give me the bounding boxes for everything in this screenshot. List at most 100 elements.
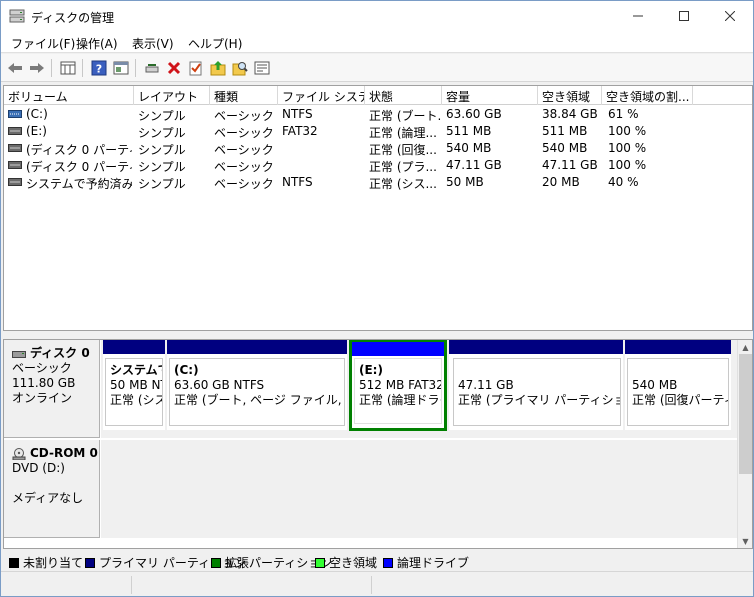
volume-row[interactable]: (C:) シンプル ベーシック NTFS 正常 (ブート... 63.60 GB… [4, 106, 752, 123]
toolbar-separator [82, 59, 83, 77]
show-hide-console-tree-button[interactable] [58, 58, 78, 78]
partition-label: システムで [110, 363, 162, 377]
volume-name: (E:) [26, 124, 47, 138]
view-button[interactable] [111, 58, 131, 78]
legend-swatch [383, 558, 393, 568]
volume-name: (ディスク 0 パーティシ... [26, 143, 132, 157]
graph-vertical-scrollbar[interactable]: ▲ ▼ [737, 340, 752, 548]
disk-0-partitions: システムで 50 MB NT 正常 (シス (C:) 63.60 GB NTFS… [101, 340, 737, 438]
volume-row[interactable]: (E:) シンプル ベーシック FAT32 正常 (論理... 511 MB 5… [4, 123, 752, 140]
scroll-down-icon[interactable]: ▼ [738, 534, 752, 548]
column-header-layout[interactable]: レイアウト [134, 86, 210, 105]
partition-e-extended[interactable]: (E:) 512 MB FAT32 正常 (論理ドライ [349, 340, 447, 431]
volume-layout: シンプル [138, 160, 186, 174]
window-title: ディスクの管理 [31, 11, 115, 25]
column-header-filesystem[interactable]: ファイル システム [278, 86, 365, 105]
volume-type: ベーシック [214, 177, 274, 191]
partition-bar [449, 340, 623, 354]
volume-free-space: 38.84 GB [542, 107, 598, 121]
open-button[interactable] [208, 58, 228, 78]
column-header-free-space[interactable]: 空き領域 [538, 86, 602, 105]
cdrom-media: メディアなし [12, 491, 84, 505]
title-bar: ディスクの管理 [1, 1, 753, 31]
forward-button[interactable] [27, 58, 47, 78]
delete-button[interactable] [164, 58, 184, 78]
volume-layout: シンプル [138, 143, 186, 157]
legend-swatch [85, 558, 95, 568]
partition-c[interactable]: (C:) 63.60 GB NTFS 正常 (ブート, ページ ファイル, クラ… [167, 340, 347, 430]
help-button[interactable]: ? [89, 58, 109, 78]
volume-type: ベーシック [214, 109, 274, 123]
volume-capacity: 50 MB [446, 175, 484, 189]
volume-capacity: 540 MB [446, 141, 492, 155]
maximize-button[interactable] [661, 1, 707, 31]
disk-management-icon [9, 9, 25, 23]
disk-management-window: ディスクの管理 ファイル(F) 操作(A) 表示(V) ヘルプ(H) ? ボリュ… [0, 0, 754, 597]
pane-splitter[interactable] [1, 331, 753, 339]
partition-body: (E:) 512 MB FAT32 正常 (論理ドライ [354, 358, 442, 424]
connect-button[interactable] [142, 58, 162, 78]
volume-status: 正常 (プラ... [369, 160, 437, 174]
partition-status: 正常 (シス [110, 393, 163, 407]
minimize-button[interactable] [615, 1, 661, 31]
scroll-thumb[interactable] [739, 354, 752, 474]
column-header-capacity[interactable]: 容量 [442, 86, 538, 105]
disk-0-label[interactable]: ディスク 0 ベーシック 111.80 GB オンライン [4, 340, 100, 438]
volume-icon [8, 127, 22, 135]
cdrom-0-label[interactable]: CD-ROM 0 DVD (D:) メディアなし [4, 440, 100, 538]
partition-primary[interactable]: 47.11 GB 正常 (プライマリ パーティション) [449, 340, 623, 430]
volume-filesystem: NTFS [282, 107, 313, 121]
column-header-type[interactable]: 種類 [210, 86, 278, 105]
disk-state: オンライン [12, 391, 73, 405]
volume-free-space: 511 MB [542, 124, 588, 138]
volume-status: 正常 (回復... [369, 143, 437, 157]
toolbar: ? [1, 54, 753, 82]
cdrom-drive: DVD (D:) [12, 461, 65, 475]
menu-file[interactable]: ファイル(F) [11, 35, 75, 52]
volume-layout: シンプル [138, 126, 186, 140]
disk-name: ディスク 0 [30, 346, 90, 360]
properties-button[interactable] [186, 58, 206, 78]
connect-icon [145, 64, 159, 73]
menu-help[interactable]: ヘルプ(H) [188, 35, 242, 52]
volume-row[interactable]: (ディスク 0 パーティシ... シンプル ベーシック 正常 (プラ... 47… [4, 157, 752, 174]
partition-label: (C:) [174, 363, 199, 377]
partition-bar [167, 340, 347, 354]
volume-row[interactable]: (ディスク 0 パーティシ... シンプル ベーシック 正常 (回復... 54… [4, 140, 752, 157]
scroll-up-icon[interactable]: ▲ [738, 340, 752, 354]
partition-size: 540 MB [632, 378, 678, 392]
partition-label [632, 363, 728, 378]
partition-bar [103, 340, 165, 354]
menu-action[interactable]: 操作(A) [76, 35, 118, 52]
column-header-free-percent[interactable]: 空き領域の割... [602, 86, 693, 105]
partition-size: 512 MB FAT32 [359, 378, 442, 392]
close-icon [725, 11, 735, 21]
volume-filesystem: NTFS [282, 175, 313, 189]
legend-swatch [315, 558, 325, 568]
partition-recovery[interactable]: 540 MB 正常 (回復パーティ [625, 340, 731, 430]
legend-swatch [211, 558, 221, 568]
column-header-status[interactable]: 状態 [365, 86, 442, 105]
close-button[interactable] [707, 1, 753, 31]
settings-icon [254, 61, 270, 75]
partition-size: 47.11 GB [458, 378, 514, 392]
volume-row[interactable]: システムで予約済み シンプル ベーシック NTFS 正常 (シス... 50 M… [4, 174, 752, 191]
cdrom-icon [12, 447, 26, 460]
partition-label: (E:) [359, 363, 383, 377]
menu-view[interactable]: 表示(V) [132, 35, 174, 52]
partition-label [458, 363, 620, 378]
column-header-volume[interactable]: ボリューム [4, 86, 134, 105]
explore-button[interactable] [230, 58, 250, 78]
back-button[interactable] [5, 58, 25, 78]
settings-button[interactable] [252, 58, 272, 78]
volume-list[interactable]: ボリューム レイアウト 種類 ファイル システム 状態 容量 空き領域 空き領域… [3, 85, 753, 331]
menu-bar: ファイル(F) 操作(A) 表示(V) ヘルプ(H) [1, 31, 753, 53]
partition-status: 正常 (回復パーティ [632, 393, 729, 407]
view-icon [113, 61, 129, 75]
maximize-icon [679, 11, 689, 21]
volume-free-percent: 40 % [608, 175, 639, 189]
volume-icon [8, 110, 22, 118]
partition-system-reserved[interactable]: システムで 50 MB NT 正常 (シス [103, 340, 165, 430]
volume-free-space: 540 MB [542, 141, 588, 155]
disk-type: ベーシック [12, 361, 72, 375]
